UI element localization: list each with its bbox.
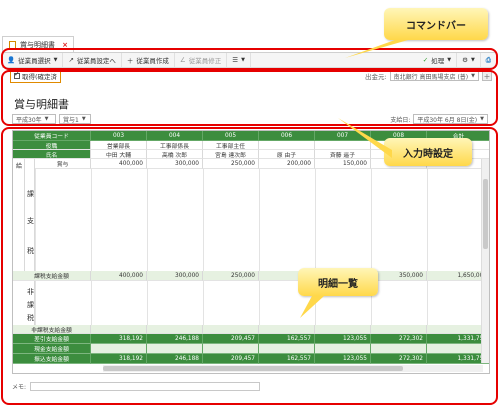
connector <box>338 118 392 158</box>
callout-connectors <box>300 40 408 318</box>
connector <box>300 296 324 318</box>
connector <box>345 40 408 58</box>
